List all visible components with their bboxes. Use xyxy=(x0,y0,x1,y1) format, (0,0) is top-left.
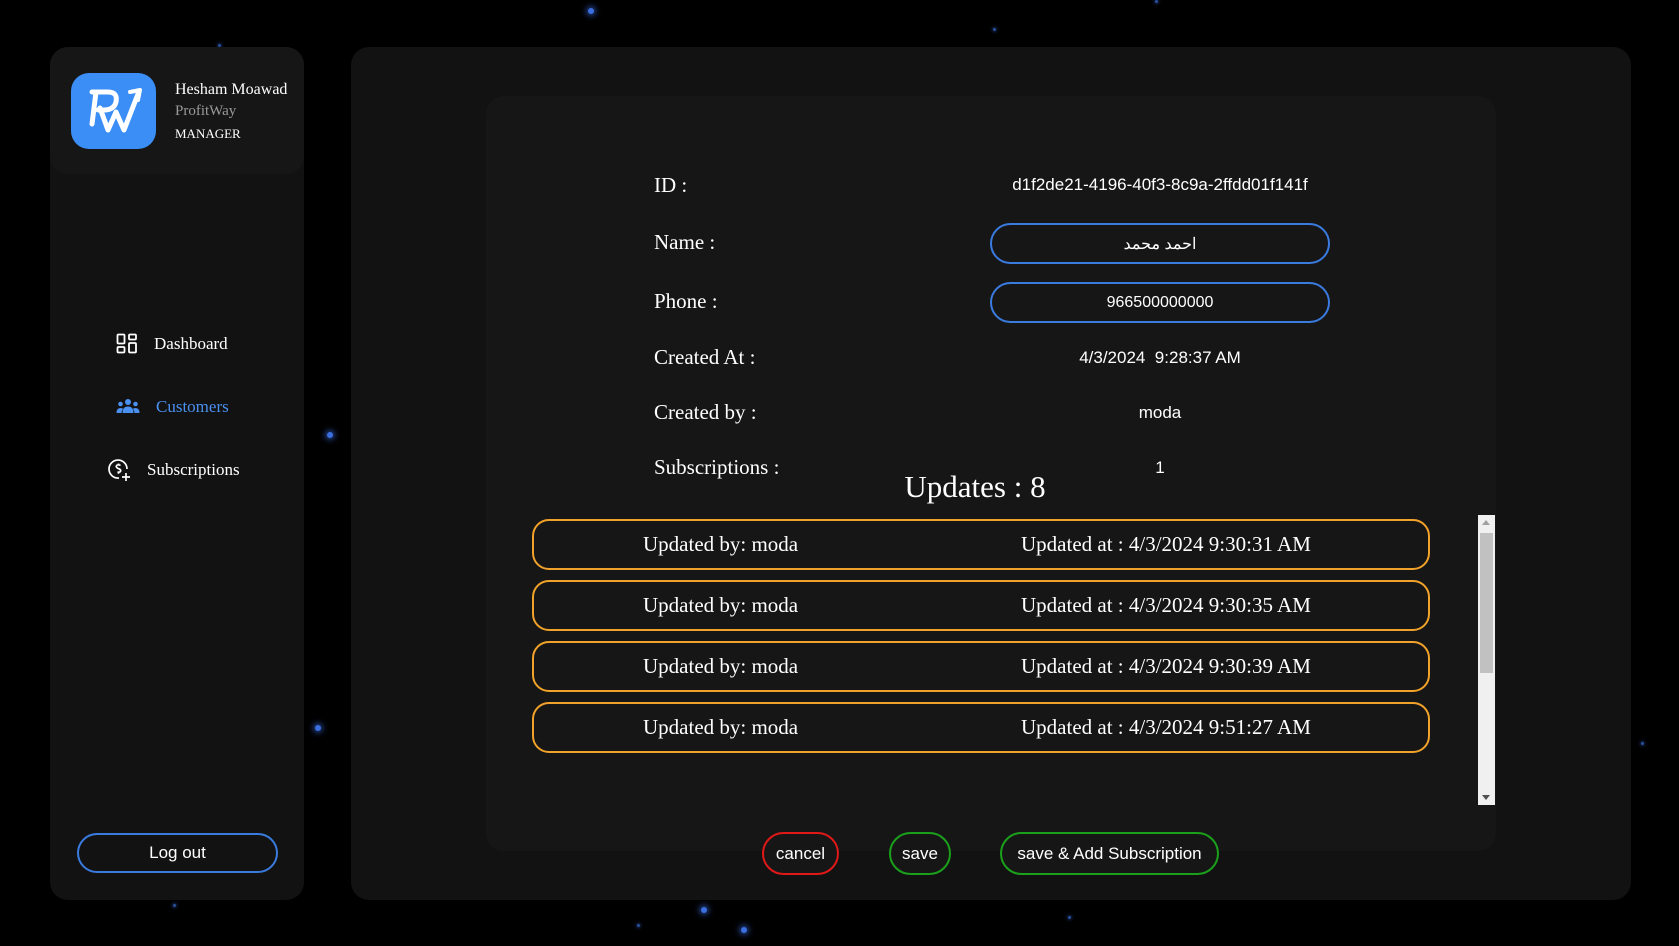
sidebar-item-label: Customers xyxy=(156,397,229,416)
profile-name: Hesham Moawad xyxy=(175,81,288,98)
update-by: Updated by: moda xyxy=(643,715,799,739)
update-at: Updated at : 4/3/2024 9:30:39 AM xyxy=(1021,654,1311,678)
update-row: Updated by: moda Updated at : 4/3/2024 9… xyxy=(532,580,1430,631)
update-by: Updated by: moda xyxy=(643,593,799,617)
created-by-label: Created by : xyxy=(654,400,757,424)
updates-list[interactable]: Updated by: moda Updated at : 4/3/2024 9… xyxy=(532,519,1430,809)
name-field[interactable] xyxy=(990,223,1330,264)
update-row: Updated by: moda Updated at : 4/3/2024 9… xyxy=(532,641,1430,692)
update-at: Updated at : 4/3/2024 9:30:35 AM xyxy=(1021,593,1311,617)
scroll-up-arrow-icon[interactable] xyxy=(1482,520,1490,525)
sidebar-item-customers[interactable]: Customers xyxy=(116,397,229,417)
created-at-label: Created At : xyxy=(654,345,756,369)
sidebar-item-dashboard[interactable]: Dashboard xyxy=(116,333,228,355)
sidebar-item-label: Dashboard xyxy=(154,334,228,353)
sidebar-item-subscriptions[interactable]: Subscriptions xyxy=(107,458,240,482)
sidebar-item-label: Subscriptions xyxy=(147,460,240,479)
star-decoration xyxy=(327,432,333,438)
save-button[interactable]: save xyxy=(889,832,951,875)
cancel-button[interactable]: cancel xyxy=(762,832,839,875)
star-decoration xyxy=(741,927,747,933)
dollar-plus-icon xyxy=(107,458,131,482)
id-value: d1f2de21-4196-40f3-8c9a-2ffdd01f141f xyxy=(1012,175,1308,194)
phone-field[interactable] xyxy=(990,282,1330,323)
sidebar: Hesham Moawad ProfitWay MANAGER Dashboar… xyxy=(50,47,304,900)
dashboard-grid-icon xyxy=(116,333,138,355)
customer-detail-card: ID : d1f2de21-4196-40f3-8c9a-2ffdd01f141… xyxy=(486,96,1496,875)
update-by: Updated by: moda xyxy=(643,532,799,556)
updates-scrollbar[interactable] xyxy=(1478,515,1495,805)
star-decoration xyxy=(701,907,707,913)
star-decoration xyxy=(1641,742,1644,745)
star-decoration xyxy=(1068,916,1071,919)
logout-button[interactable]: Log out xyxy=(77,833,278,873)
updates-title: Updates : 8 xyxy=(904,469,1046,504)
profitway-logo-icon xyxy=(71,73,156,149)
scrollbar-thumb[interactable] xyxy=(1480,533,1493,673)
star-decoration xyxy=(1155,0,1158,3)
users-group-icon xyxy=(116,398,140,416)
scroll-down-arrow-icon[interactable] xyxy=(1482,795,1490,800)
update-row: Updated by: moda Updated at : 4/3/2024 9… xyxy=(532,702,1430,753)
star-decoration xyxy=(315,725,321,731)
profile-card: Hesham Moawad ProfitWay MANAGER xyxy=(50,47,304,174)
update-by: Updated by: moda xyxy=(643,654,799,678)
star-decoration xyxy=(637,924,640,927)
update-at: Updated at : 4/3/2024 9:30:31 AM xyxy=(1021,532,1311,556)
created-at-value: 4/3/2024 9:28:37 AM xyxy=(1079,348,1241,367)
update-row: Updated by: moda Updated at : 4/3/2024 9… xyxy=(532,519,1430,570)
main-panel: ID : d1f2de21-4196-40f3-8c9a-2ffdd01f141… xyxy=(351,47,1631,900)
star-decoration xyxy=(173,904,176,907)
created-by-value: moda xyxy=(1138,403,1182,422)
update-at: Updated at : 4/3/2024 9:51:27 AM xyxy=(1021,715,1311,739)
star-decoration xyxy=(588,8,594,14)
id-label: ID : xyxy=(654,173,688,197)
profile-role: MANAGER xyxy=(175,126,241,141)
star-decoration xyxy=(993,28,996,31)
phone-label: Phone : xyxy=(654,289,718,313)
name-label: Name : xyxy=(654,230,716,254)
profile-company: ProfitWay xyxy=(175,103,237,119)
save-add-subscription-button[interactable]: save & Add Subscription xyxy=(1000,832,1219,875)
